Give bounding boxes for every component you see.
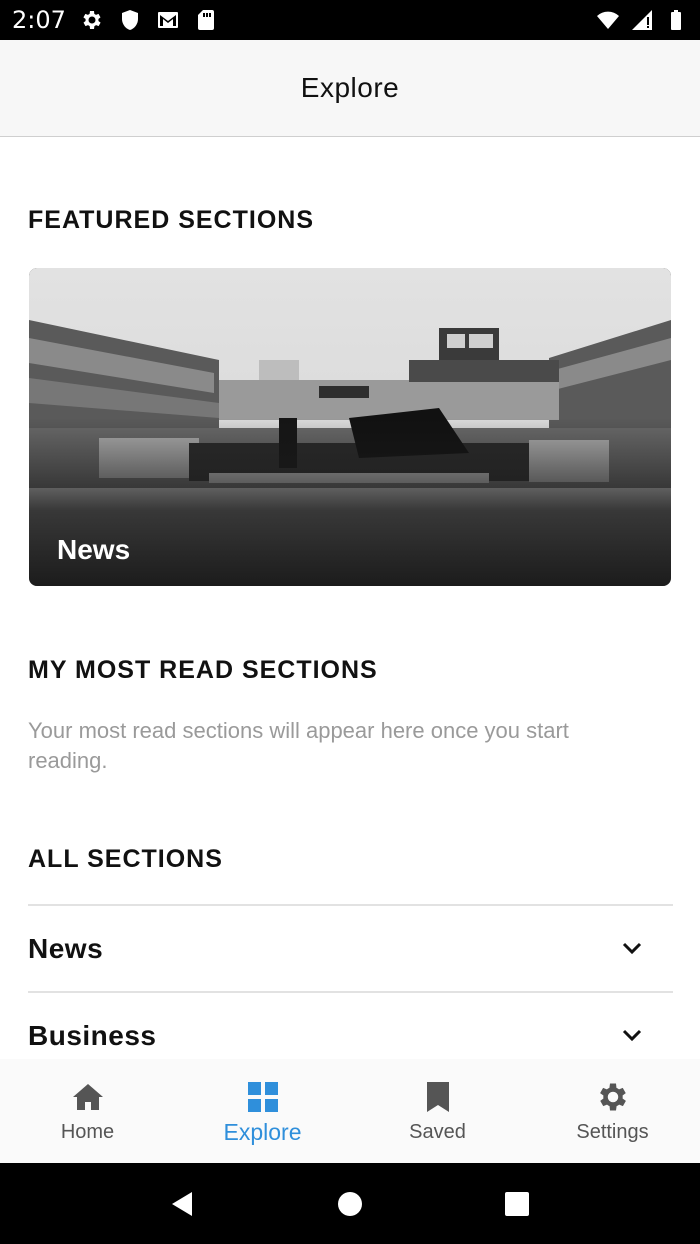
explore-screen: 2:07 Explore FEATURED SECTIONS News MY M… xyxy=(0,0,700,1244)
page-title: Explore xyxy=(300,72,400,103)
notification-icons xyxy=(80,8,218,32)
all-sections-heading: ALL SECTIONS xyxy=(28,845,223,873)
recents-icon[interactable] xyxy=(502,1189,532,1219)
system-nav-bar xyxy=(0,1163,700,1244)
most-read-empty-message: Your most read sections will appear here… xyxy=(28,718,569,773)
app-bar: Explore xyxy=(0,40,700,137)
bookmark-icon xyxy=(426,1082,449,1112)
battery-icon xyxy=(671,10,681,30)
nav-label: Settings xyxy=(576,1121,649,1143)
sd-card-icon xyxy=(197,10,214,30)
featured-card-label: News xyxy=(57,534,131,565)
status-time: 2:07 xyxy=(12,6,66,34)
status-bar: 2:07 xyxy=(0,0,700,40)
wifi-icon xyxy=(597,11,619,29)
nav-label: Saved xyxy=(409,1121,466,1143)
featured-card-news[interactable]: News xyxy=(29,268,671,586)
most-read-heading: MY MOST READ SECTIONS xyxy=(28,656,378,684)
chevron-down-icon[interactable] xyxy=(621,939,643,959)
bottom-nav: Home Explore Saved Settings xyxy=(0,1059,700,1163)
gear-icon xyxy=(599,1083,626,1111)
nav-label: Explore xyxy=(223,1119,302,1145)
chevron-down-icon[interactable] xyxy=(621,1026,643,1046)
explore-content[interactable]: FEATURED SECTIONS News MY MOST READ SECT… xyxy=(0,138,700,1059)
system-status-icons xyxy=(596,8,688,32)
grid-icon xyxy=(247,1082,278,1112)
shield-icon xyxy=(121,10,138,30)
nav-label: Home xyxy=(60,1121,115,1143)
gear-icon xyxy=(83,11,101,29)
home-icon xyxy=(72,1084,103,1110)
back-icon[interactable] xyxy=(168,1189,198,1219)
nav-home[interactable]: Home xyxy=(0,1059,175,1163)
nav-explore[interactable]: Explore xyxy=(175,1059,350,1163)
section-row-business[interactable]: Business xyxy=(28,993,673,1059)
section-row-label: News xyxy=(28,933,104,964)
featured-sections-heading: FEATURED SECTIONS xyxy=(28,206,314,234)
section-row-news[interactable]: News xyxy=(28,906,673,992)
home-circle-icon[interactable] xyxy=(335,1189,365,1219)
signal-icon xyxy=(632,10,652,30)
gmail-icon xyxy=(157,12,178,28)
section-row-label: Business xyxy=(28,1020,157,1051)
nav-settings[interactable]: Settings xyxy=(525,1059,700,1163)
nav-saved[interactable]: Saved xyxy=(350,1059,525,1163)
